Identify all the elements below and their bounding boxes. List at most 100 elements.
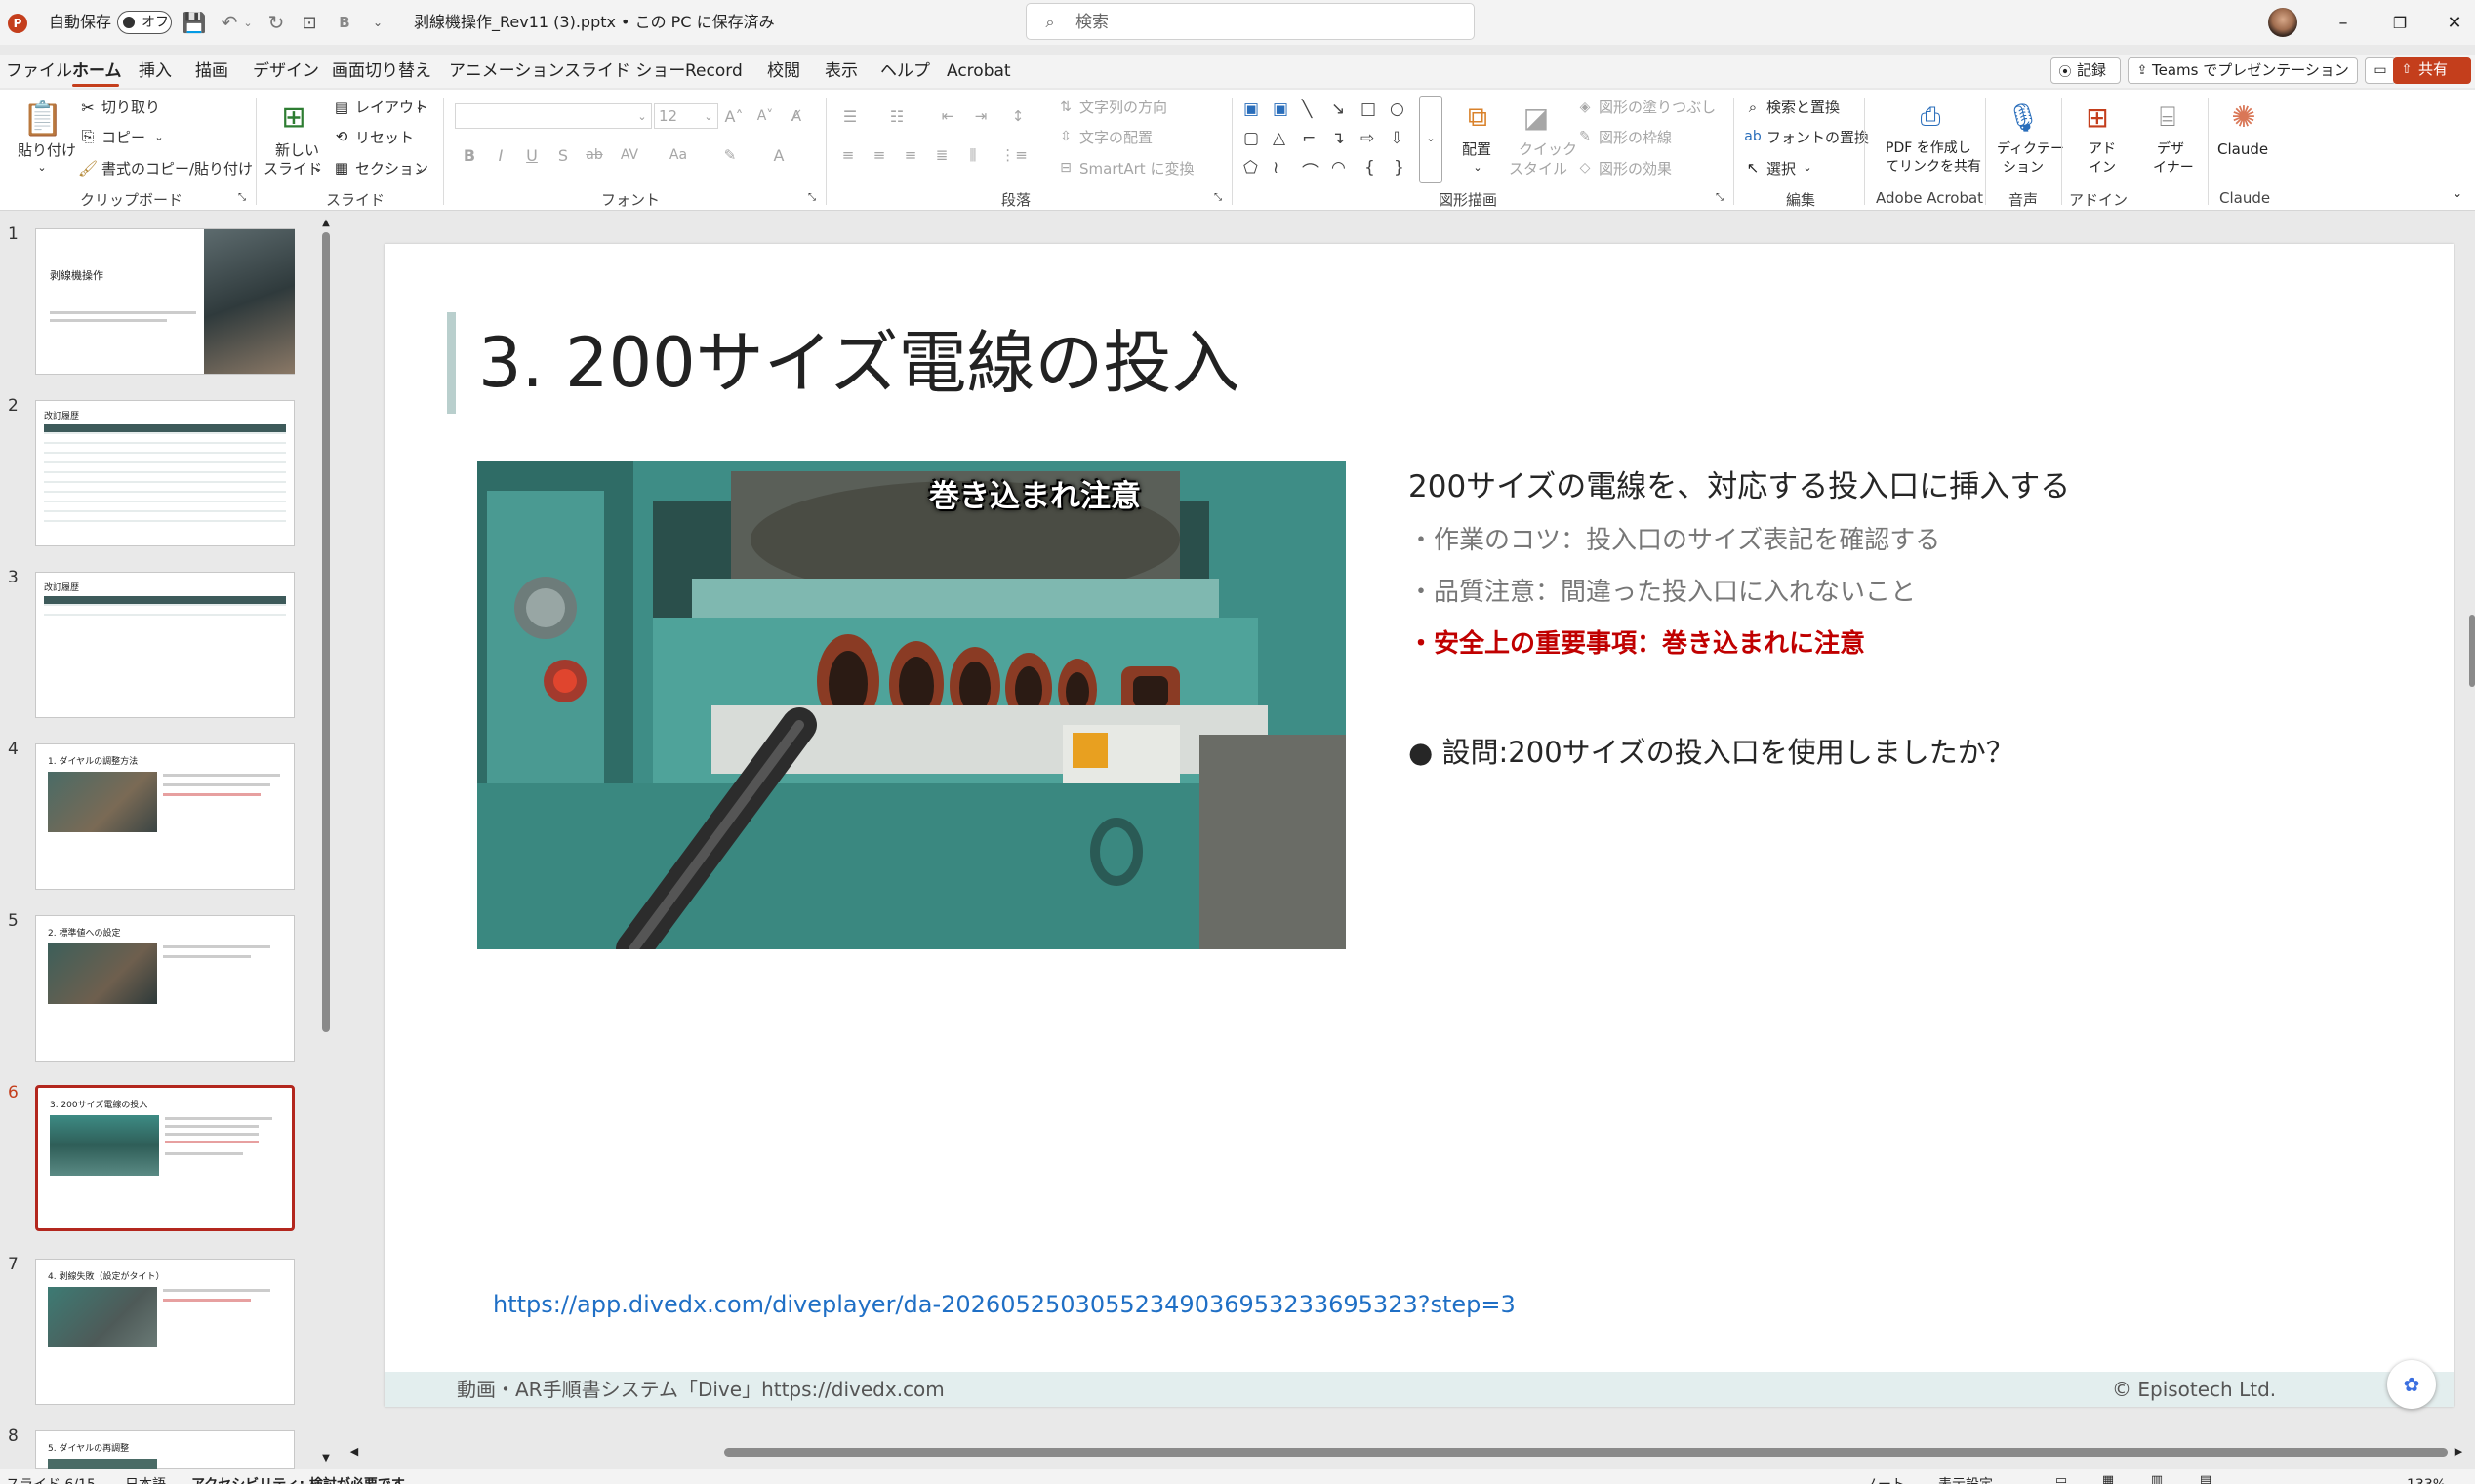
- columns-icon[interactable]: ⫼: [962, 144, 984, 166]
- status-notes[interactable]: ノート: [1864, 1475, 1905, 1484]
- slide-thumbnail-3[interactable]: 改訂履歴: [35, 572, 295, 718]
- status-language[interactable]: 日本語: [125, 1475, 166, 1484]
- slide-horizontal-scrollbar[interactable]: [724, 1448, 2448, 1457]
- elbow-arrow-icon[interactable]: ↴: [1331, 129, 1345, 148]
- slide-bullet-safety[interactable]: ・安全上の重要事項：巻き込まれに注意: [1408, 625, 1865, 662]
- claude-button-label[interactable]: Claude: [2217, 140, 2268, 159]
- tab-file[interactable]: ファイル: [6, 60, 72, 82]
- pentagon-shape-icon[interactable]: ⬠: [1243, 158, 1258, 178]
- left-brace-shape-icon[interactable]: {: [1364, 158, 1375, 178]
- section-dropdown-icon[interactable]: ⌄: [414, 159, 426, 177]
- autosave-toggle[interactable]: オフ: [117, 11, 172, 34]
- undo-dropdown-icon[interactable]: ⌄: [242, 12, 254, 33]
- hscroll-left-icon[interactable]: ◀: [347, 1444, 361, 1458]
- status-accessibility[interactable]: アクセシビリティ: 検討が必要です: [191, 1475, 405, 1484]
- shape-outline-icon[interactable]: ✎: [1575, 127, 1595, 146]
- dictate-icon[interactable]: 🎙: [2006, 98, 2041, 137]
- slide-thumbnail-1[interactable]: 剥線機操作: [35, 228, 295, 375]
- strikethrough-icon[interactable]: ab: [584, 144, 605, 166]
- save-icon[interactable]: 💾: [183, 11, 207, 34]
- customize-toolbar-icon[interactable]: ⌄: [369, 12, 386, 33]
- paragraph-launcher-icon[interactable]: ⤡: [1212, 191, 1224, 203]
- smartart-label[interactable]: SmartArt に変換: [1079, 159, 1194, 179]
- dictate-label-2[interactable]: ション: [2003, 158, 2044, 178]
- increase-indent-icon[interactable]: ⇥: [970, 105, 992, 127]
- collapse-ribbon-icon[interactable]: ⌄: [2450, 185, 2465, 201]
- text-direction-icon[interactable]: ⇅: [1056, 98, 1075, 117]
- comments-icon[interactable]: ▭: [2365, 57, 2396, 84]
- hscroll-right-icon[interactable]: ▶: [2452, 1444, 2465, 1458]
- share-button[interactable]: ⇧ 共有: [2393, 57, 2471, 84]
- rectangle-shape-icon[interactable]: □: [1360, 100, 1376, 119]
- italic-icon[interactable]: I: [490, 144, 511, 166]
- close-icon[interactable]: ✕: [2440, 12, 2469, 33]
- grow-font-icon[interactable]: A˄: [722, 105, 746, 127]
- arrow-line-shape-icon[interactable]: ↘: [1331, 100, 1345, 119]
- select-icon[interactable]: ↖: [1743, 158, 1763, 178]
- copilot-button[interactable]: ✿: [2387, 1360, 2436, 1409]
- addins-label-1[interactable]: アド: [2089, 140, 2116, 159]
- oval-shape-icon[interactable]: ○: [1390, 100, 1404, 119]
- shape-outline-label[interactable]: 図形の枠線: [1599, 128, 1672, 147]
- reset-label[interactable]: リセット: [355, 128, 414, 147]
- align-right-icon[interactable]: ≡: [900, 144, 921, 166]
- reset-icon[interactable]: ⟲: [332, 127, 351, 146]
- font-name-box[interactable]: ⌄: [455, 103, 652, 129]
- tab-design[interactable]: デザイン: [253, 60, 319, 82]
- shapes-gallery[interactable]: ▣ ▣ ╲ ↘ □ ○ ▢ △ ⌐ ↴ ⇨ ⇩ ⬠ ≀ ⌒ ◠ { } ⌄: [1239, 96, 1446, 185]
- justify-icon[interactable]: ≣: [931, 144, 953, 166]
- presentation-icon[interactable]: ⊡: [299, 12, 320, 33]
- new-slide-dropdown-icon[interactable]: ⌄: [312, 159, 324, 177]
- section-icon[interactable]: ▦: [332, 158, 351, 178]
- line-spacing-icon[interactable]: ↕: [1005, 105, 1031, 127]
- font-size-box[interactable]: 12 ⌄: [654, 103, 718, 129]
- slide-thumbnail-2[interactable]: 改訂履歴: [35, 400, 295, 546]
- scroll-down-icon[interactable]: ▼: [320, 1452, 332, 1464]
- align-left-icon[interactable]: ≡: [837, 144, 859, 166]
- quick-styles-icon[interactable]: ◪: [1517, 98, 1556, 137]
- find-icon[interactable]: ⌕: [1743, 98, 1763, 117]
- undo-icon[interactable]: ↶: [219, 11, 240, 34]
- record-button[interactable]: ⦿ 記録: [2050, 57, 2121, 84]
- tab-help[interactable]: ヘルプ: [880, 60, 930, 82]
- triangle-shape-icon[interactable]: △: [1273, 129, 1285, 148]
- cut-label[interactable]: 切り取り: [101, 98, 160, 117]
- paste-dropdown-icon[interactable]: ⌄: [35, 160, 49, 174]
- slide-vertical-scrollbar[interactable]: [2469, 615, 2475, 687]
- shape-effects-icon[interactable]: ◇: [1575, 158, 1595, 178]
- right-brace-shape-icon[interactable]: }: [1394, 158, 1404, 178]
- align-text-label[interactable]: 文字の配置: [1079, 128, 1153, 147]
- tab-draw[interactable]: 描画: [195, 60, 228, 82]
- layout-icon[interactable]: ▤: [332, 98, 351, 117]
- minimize-icon[interactable]: –: [2329, 12, 2358, 33]
- slide-question[interactable]: ● 設問:200サイズの投入口を使用しましたか？: [1408, 732, 2014, 773]
- slide-canvas[interactable]: 3. 200サイズ電線の投入 巻き込まれ注意 200サイズの電線を、対応する投入…: [385, 244, 2454, 1407]
- text-direction-label[interactable]: 文字列の方向: [1079, 98, 1167, 117]
- clear-format-icon[interactable]: A̸: [785, 105, 808, 127]
- new-slide-label-1[interactable]: 新しい: [275, 140, 319, 160]
- change-case-icon[interactable]: Aa: [664, 144, 693, 166]
- format-painter-label[interactable]: 書式のコピー/貼り付け: [101, 159, 253, 179]
- slide-headline[interactable]: 200サイズの電線を、対応する投入口に挿入する: [1408, 464, 2070, 509]
- slide-bullet-tip[interactable]: ・作業のコツ：投入口のサイズ表記を確認する: [1408, 522, 1940, 559]
- replace-font-icon[interactable]: ab: [1743, 127, 1763, 146]
- dictate-label-1[interactable]: ディクテー: [1997, 140, 2064, 159]
- replace-font-label[interactable]: フォントの置換: [1766, 128, 1869, 147]
- designer-label-2[interactable]: イナー: [2153, 158, 2194, 178]
- arrange-label[interactable]: 配置: [1462, 140, 1491, 159]
- textbox-shape-icon[interactable]: ▣: [1243, 100, 1259, 119]
- claude-icon[interactable]: ✺: [2225, 98, 2262, 137]
- teams-present-button[interactable]: ⇪ Teams でプレゼンテーション: [2128, 57, 2358, 84]
- scroll-up-icon[interactable]: ▲: [320, 217, 332, 228]
- freeform-shape-icon[interactable]: ≀: [1273, 158, 1278, 178]
- slide-thumbnail-8[interactable]: 5. ダイヤルの再調整: [35, 1430, 295, 1470]
- layout-dropdown-icon[interactable]: ⌄: [414, 98, 426, 115]
- clipboard-launcher-icon[interactable]: ⤡: [236, 191, 248, 203]
- redo-icon[interactable]: ↻: [265, 11, 287, 34]
- document-title[interactable]: 剥線機操作_Rev11 (3).pptx • この PC に保存済み: [414, 13, 775, 32]
- highlight-icon[interactable]: ✎: [718, 144, 742, 166]
- arrange-icon[interactable]: ⧉: [1458, 98, 1497, 137]
- video-link[interactable]: https://app.divedx.com/diveplayer/da-202…: [493, 1288, 1516, 1321]
- right-arrow-shape-icon[interactable]: ⇨: [1360, 129, 1374, 148]
- curve-shape-icon[interactable]: ⌒: [1302, 158, 1319, 182]
